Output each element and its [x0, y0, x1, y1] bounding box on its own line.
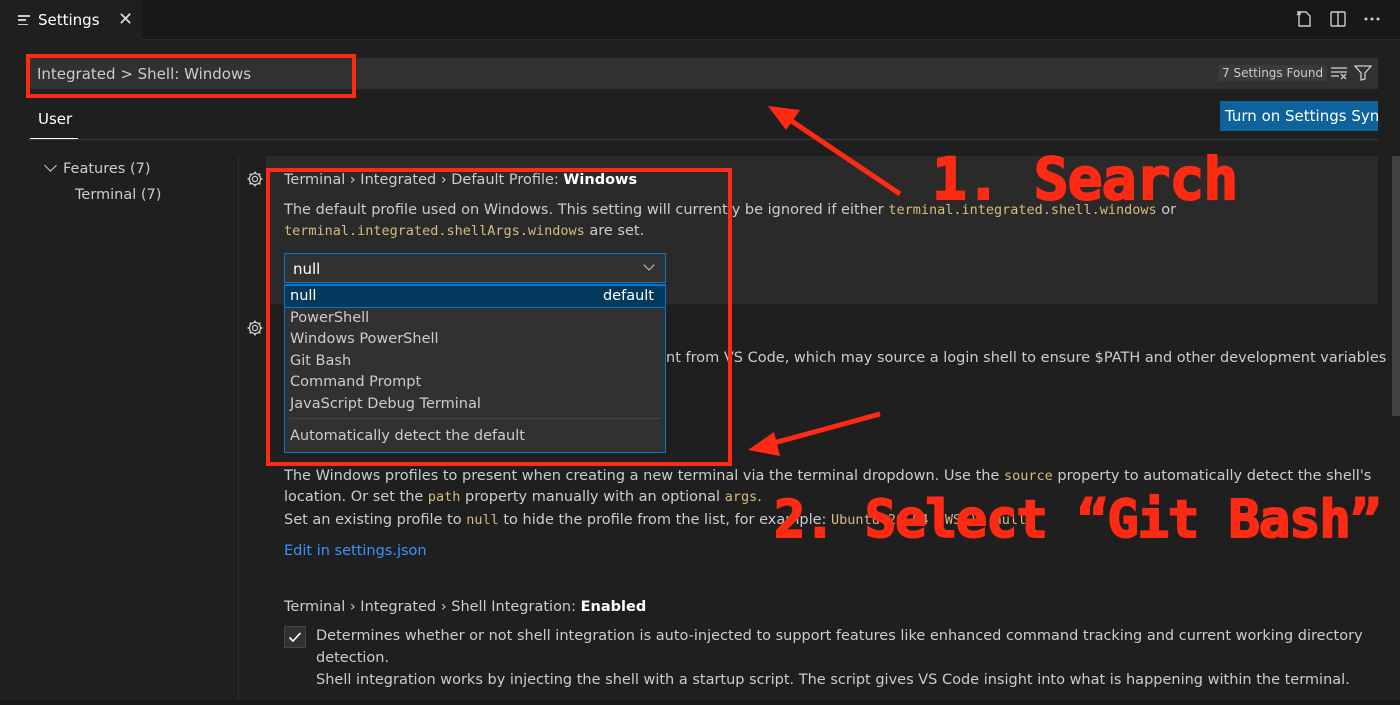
- annotation-arrows: [748, 106, 902, 456]
- annotation-step-2: 2. Select “Git Bash”: [773, 490, 1382, 550]
- annotation-step-1: 1. Search: [931, 145, 1239, 213]
